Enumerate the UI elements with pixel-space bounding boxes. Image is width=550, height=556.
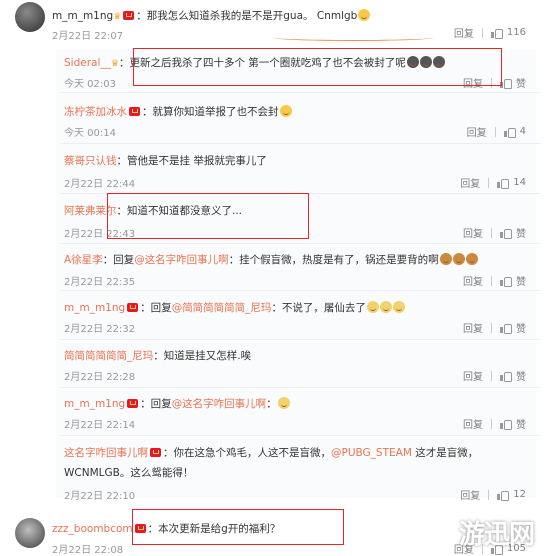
- reply-username[interactable]: m_m_m1ng: [64, 398, 125, 410]
- like-icon[interactable]: [500, 419, 512, 430]
- like-icon[interactable]: [503, 127, 516, 138]
- like-icon[interactable]: [500, 276, 512, 287]
- mention-link[interactable]: @简简简简简简_尼玛: [172, 302, 272, 314]
- cat-emoji-icon: [277, 397, 290, 409]
- like-icon[interactable]: [500, 371, 512, 382]
- cat-emoji-icon: [366, 301, 379, 313]
- like-icon[interactable]: [490, 28, 503, 39]
- reply-text: ：挂个假盲微，热度是有了，锅还是要背的啊: [228, 254, 439, 266]
- reply-time: 2月22日 22:10: [64, 491, 136, 502]
- reply-prefix: ：回复: [140, 398, 172, 410]
- reply-username[interactable]: 这名字咋回事儿啊: [64, 447, 148, 459]
- like-count: 赞: [516, 79, 526, 90]
- reply-button[interactable]: 回复: [463, 368, 483, 383]
- annotation-underline: [272, 34, 434, 41]
- reply-time: 2月22日 22:28: [64, 372, 136, 383]
- like-count: 赞: [516, 420, 526, 431]
- like-count: 4: [519, 126, 526, 137]
- reply-prefix: ：回复: [102, 254, 135, 266]
- like-icon[interactable]: [497, 490, 510, 501]
- cat-emoji-icon: [392, 301, 405, 313]
- vip-badge-icon: [127, 303, 139, 312]
- reply-username[interactable]: Sideral__: [64, 57, 111, 69]
- reply-username[interactable]: 冻柠茶加冰水: [64, 106, 127, 118]
- reply-button[interactable]: 回复: [454, 25, 474, 40]
- smile-emoji-icon: [279, 105, 292, 117]
- comment-username[interactable]: zzz_boombcom: [52, 523, 133, 535]
- crown-icon: ♛: [110, 59, 119, 69]
- like-count: 12: [513, 489, 526, 500]
- reply-text: ：: [266, 398, 277, 410]
- divider: [60, 92, 540, 93]
- like-count: 赞: [516, 324, 526, 335]
- like-count: 赞: [516, 277, 526, 288]
- reply-button[interactable]: 回复: [460, 487, 480, 502]
- vip-badge-icon: [127, 399, 139, 408]
- reply-time: 2月22日 22:35: [64, 277, 136, 288]
- reply-text: ：你在这急个鸡毛，人这不是盲微，: [163, 447, 331, 459]
- reply-button[interactable]: 回复: [463, 225, 483, 240]
- mention-link[interactable]: @这名字咋回事儿啊: [134, 254, 229, 266]
- reply-button[interactable]: 回复: [460, 175, 480, 190]
- reply-button[interactable]: 回复: [463, 273, 483, 288]
- vip-badge-icon: [150, 448, 161, 457]
- reply-username[interactable]: 蔡哥只认钱: [64, 155, 117, 167]
- mention-link[interactable]: @PUBG_STEAM: [331, 447, 412, 459]
- crown-icon: ♛: [113, 12, 122, 22]
- reply-time: 2月22日 22:32: [64, 324, 136, 335]
- divider: [60, 243, 540, 244]
- avatar[interactable]: [15, 2, 45, 32]
- like-icon[interactable]: [500, 228, 512, 239]
- reply-time: 今天 00:14: [64, 128, 116, 139]
- reply-time: 今天 02:03: [64, 79, 116, 90]
- divider: [60, 339, 540, 340]
- divider: [60, 435, 540, 436]
- divider: [60, 290, 540, 291]
- vip-badge-icon: [123, 11, 135, 20]
- vip-badge-icon: [129, 107, 140, 116]
- reply-button[interactable]: 回复: [467, 124, 487, 139]
- reply-text: ：管他是不是挂 举报就完事儿了: [116, 155, 267, 167]
- reply-prefix: ：回复: [140, 302, 172, 314]
- grin-emoji-icon: [358, 9, 371, 21]
- reply-button[interactable]: 回复: [463, 320, 483, 335]
- mention-link[interactable]: @这名字咋回事儿啊: [172, 398, 267, 410]
- reply-text: ：不说了，屠仙去了: [271, 302, 366, 314]
- reply-button[interactable]: 回复: [463, 416, 483, 431]
- annotation-box: [132, 509, 344, 545]
- comment-username[interactable]: m_m_m1ng: [52, 10, 113, 22]
- cat-emoji-icon: [379, 301, 392, 313]
- annotation-box: [107, 193, 309, 239]
- comment-thread: m_m_m1ng♛ ：那我怎么知道杀我的是不是开gua。 Cnmlgb 2月22日…: [0, 0, 550, 556]
- comment-text: ：那我怎么知道杀我的是不是开gua。 Cnmlgb: [136, 10, 358, 22]
- comment-time: 2月22日 22:08: [52, 545, 124, 556]
- avatar[interactable]: [15, 518, 45, 548]
- annotation-box: [133, 48, 502, 86]
- reply-username[interactable]: m_m_m1ng: [64, 302, 125, 314]
- like-count: 赞: [516, 229, 526, 240]
- dog-emoji-icon: [452, 253, 465, 265]
- dog-emoji-icon: [465, 253, 478, 265]
- reply-text: 这才是盲微，: [411, 447, 479, 459]
- like-count: 116: [506, 27, 526, 38]
- reply-text-line2: WCNMLGB。这么鸳能得！: [64, 467, 194, 479]
- reply-username[interactable]: 简简简简简简_尼玛: [64, 350, 153, 362]
- like-icon[interactable]: [500, 323, 512, 334]
- reply-time: 2月22日 22:14: [64, 420, 136, 431]
- reply-time: 2月22日 22:44: [64, 179, 136, 190]
- site-watermark: 游迅网: [458, 520, 535, 550]
- divider: [60, 387, 540, 388]
- like-count: 赞: [516, 372, 526, 383]
- like-icon[interactable]: [497, 178, 510, 189]
- dog-emoji-icon: [439, 253, 452, 265]
- reply-text: ：知道是挂又怎样.唉: [153, 350, 252, 362]
- reply-username[interactable]: A徐星李: [64, 254, 103, 266]
- reply-text: ：就算你知道举报了也不会封: [142, 106, 279, 118]
- divider: [60, 143, 540, 144]
- like-count: 14: [513, 177, 526, 188]
- comment-time: 2月22日 22:07: [52, 31, 124, 42]
